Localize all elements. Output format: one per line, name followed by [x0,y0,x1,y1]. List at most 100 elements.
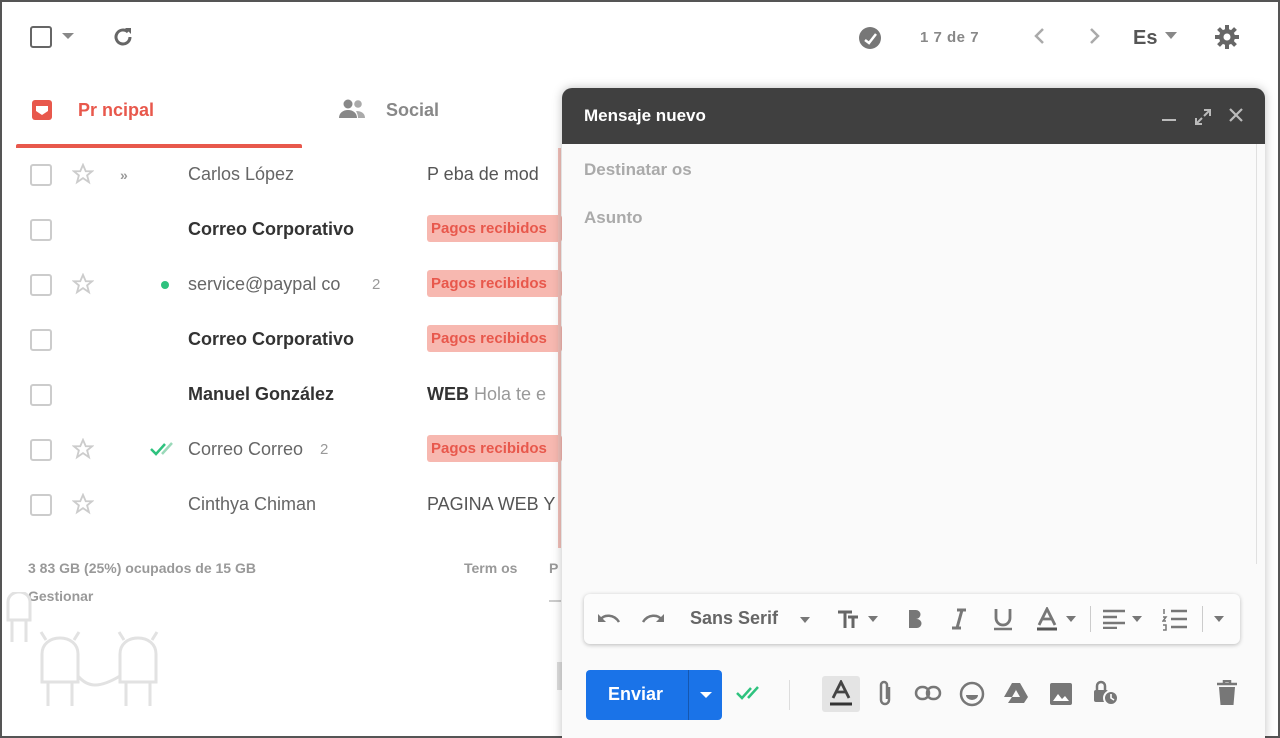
align-icon[interactable] [1102,609,1126,629]
message-row[interactable]: Correo Corporativo Pagos recibidos [16,202,562,257]
tab-principal[interactable]: Pr ncipal [16,82,302,148]
fullscreen-icon[interactable] [1194,108,1212,126]
row-checkbox[interactable] [30,329,52,351]
message-row[interactable]: Correo Correo 2 Pagos recibidos [16,422,562,477]
row-checkbox[interactable] [30,274,52,296]
chevron-left-icon[interactable] [1030,26,1050,46]
message-snippet: Hola te e [474,384,547,404]
confidential-mode-icon[interactable] [1090,680,1120,708]
align-chevron-down-icon[interactable] [1132,616,1142,622]
message-sender: Cinthya Chiman [188,494,317,514]
important-marker-icon[interactable]: » [120,167,128,183]
top-toolbar: 1 7 de 7 Es [2,2,1278,74]
footer-divider [549,600,561,602]
message-sender: Carlos López [188,164,295,184]
toolbar-divider [789,680,790,710]
formatting-toolbar: Sans Serif [584,594,1240,644]
italic-icon[interactable] [950,608,968,630]
refresh-icon[interactable] [111,25,135,49]
text-size-icon[interactable] [836,608,864,630]
privacy-link[interactable]: P [549,560,558,576]
insert-photo-icon[interactable] [1049,682,1073,706]
message-row[interactable]: Correo Corporativo Pagos recibidos [16,312,562,367]
redo-icon[interactable] [640,608,666,628]
tab-label: Social [386,100,440,120]
text-color-icon[interactable] [1036,607,1058,631]
language-chevron-down-icon[interactable] [1165,32,1177,39]
send-options-chevron-icon[interactable] [700,692,712,698]
compose-title: Mensaje nuevo [584,106,706,125]
attach-file-icon[interactable] [876,680,894,708]
subject-field[interactable]: Asunto [584,208,643,228]
settings-gear-icon[interactable] [1213,23,1241,51]
tab-social[interactable]: Social [322,82,562,148]
row-checkbox[interactable] [30,219,52,241]
discard-trash-icon[interactable] [1216,680,1238,706]
star-icon[interactable] [72,163,94,185]
more-formatting-chevron-icon[interactable] [1214,616,1224,622]
send-split-divider [688,670,689,720]
font-chevron-down-icon[interactable] [800,617,810,623]
chevron-right-icon[interactable] [1084,26,1104,46]
toolbar-divider [1202,606,1203,632]
numbered-list-icon[interactable] [1162,607,1188,631]
message-sender: Correo Corporativo [188,329,355,349]
compose-header[interactable]: Mensaje nuevo [562,88,1265,144]
select-menu-chevron-icon[interactable] [62,33,74,39]
message-sender: Manuel González [188,384,335,404]
select-all-checkbox[interactable] [30,26,52,48]
row-checkbox[interactable] [30,164,52,186]
compose-window: Mensaje nuevo Destinatar os Asunto Sans … [562,88,1265,738]
subject-bold: WEB [427,384,469,404]
close-icon[interactable] [1228,107,1244,123]
people-icon [338,98,366,120]
row-checkbox[interactable] [30,494,52,516]
message-subject: PAGINA WEB Y [427,494,556,514]
row-checkbox[interactable] [30,384,52,406]
android-mascots-illustration [2,592,182,732]
insert-link-icon[interactable] [914,684,942,702]
thread-count: 2 [320,441,329,458]
compose-scroll-track [1256,144,1265,564]
message-sender: Correo Correo [188,439,304,459]
message-row[interactable]: » Carlos López P eba de mod [16,147,562,202]
list-edge-divider [558,148,561,548]
label-badge: Pagos recibidos [427,215,562,242]
label-badge: Pagos recibidos [427,325,562,352]
inbox-icon [30,98,54,122]
recipients-field[interactable]: Destinatar os [584,160,692,180]
toolbar-divider [1090,606,1091,632]
send-button[interactable]: Enviar [586,670,722,720]
star-icon[interactable] [72,493,94,515]
message-row[interactable]: Manuel González WEB Hola te e [16,367,562,422]
row-checkbox[interactable] [30,439,52,461]
undo-icon[interactable] [596,608,622,628]
star-icon[interactable] [72,438,94,460]
message-subject: P eba de mod [427,164,539,184]
color-chevron-down-icon[interactable] [1066,616,1076,622]
message-row[interactable]: Cinthya Chiman PAGINA WEB Y [16,477,562,532]
double-check-icon[interactable] [736,684,766,702]
thread-count: 2 [372,276,381,293]
label-badge: Pagos recibidos [427,270,562,297]
size-chevron-down-icon[interactable] [868,616,878,622]
input-language-button[interactable]: Es [1133,27,1157,50]
double-check-icon [150,440,180,458]
message-subject: WEB Hola te e [427,384,562,405]
label-badge: Pagos recibidos [427,435,562,462]
google-drive-icon[interactable] [1003,682,1029,704]
emoji-icon[interactable] [959,681,985,707]
font-family-select[interactable]: Sans Serif [690,608,778,629]
message-sender: Correo Corporativo [188,219,355,239]
minimize-icon[interactable] [1162,119,1176,121]
star-icon[interactable] [72,273,94,295]
bold-icon[interactable] [906,608,924,630]
snooze-icon[interactable] [857,25,883,51]
terms-link[interactable]: Term os [464,560,517,576]
tab-label: Pr ncipal [78,100,155,120]
message-sender: service@paypal co [188,274,341,294]
message-row[interactable]: service@paypal co 2 Pagos recibidos [16,257,562,312]
send-label: Enviar [608,684,664,704]
underline-icon[interactable] [992,607,1014,631]
formatting-options-icon[interactable] [829,680,853,706]
